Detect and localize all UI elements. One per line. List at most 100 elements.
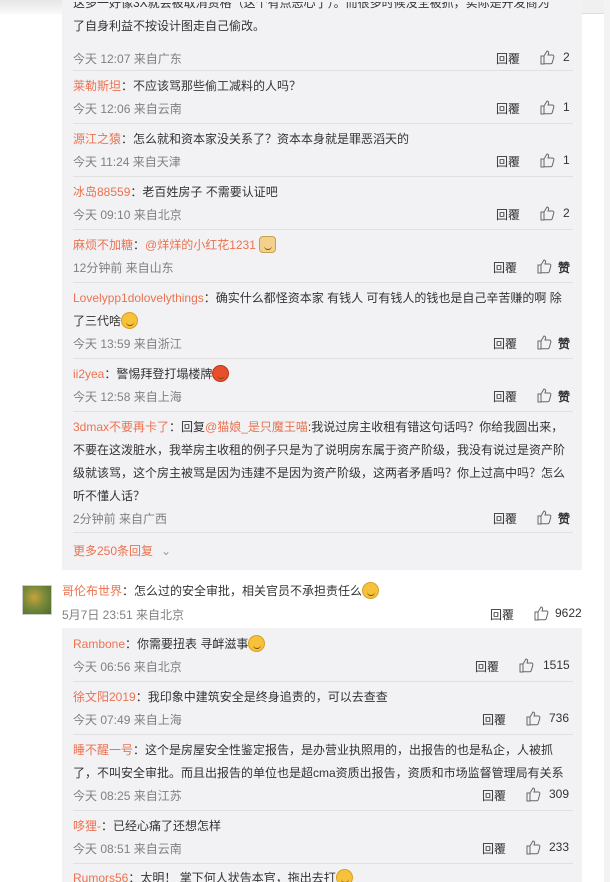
reply-username[interactable]: 徐文阳2019 (73, 690, 136, 704)
reply-text: 源江之猿：怎么就和资本家没关系了？资本本身就是罪恶滔天的 (73, 128, 573, 151)
thumbs-up-icon[interactable] (525, 710, 541, 726)
reply-meta: 今天 12:06 来自云南 回覆 1 (73, 98, 573, 118)
thumbs-up-icon[interactable] (518, 657, 534, 673)
reply-time: 今天 06:56 来自北京 (73, 660, 182, 674)
mention-link[interactable]: @烊烊的小红花1231 (145, 238, 256, 252)
reply-content: ：警惕拜登打塌楼牌 (104, 367, 213, 381)
reply-time: 12分钟前 来自山东 (73, 261, 174, 275)
reply-button[interactable]: 回覆 (496, 153, 520, 170)
reply-button[interactable]: 回覆 (493, 510, 517, 527)
comment-meta: 5月7日 23:51 来自北京 回覆 9622 (62, 604, 592, 624)
thumbs-up-icon[interactable] (525, 839, 541, 855)
reply-time: 今天 12:07 来自广东 (73, 52, 182, 66)
reply-meta: 今天 09:10 来自北京 回覆 2 (73, 204, 573, 224)
like-label: 赞 (558, 512, 571, 526)
reply-meta: 12分钟前 来自山东 回覆 赞 (73, 257, 573, 277)
like-count: 1 (563, 153, 570, 167)
reply-username[interactable]: Rambone (73, 637, 125, 651)
reply-content: ：已经心痛了还想怎样 (101, 819, 222, 833)
reply-item: 这多一好像3X就会被取消资格（这个有点恶心了）。而很多时候没全被抓，实际是开发商… (73, 2, 573, 68)
reply-button[interactable]: 回覆 (482, 840, 506, 857)
thumbs-up-icon[interactable] (536, 258, 552, 274)
like-label: 赞 (558, 261, 571, 275)
thumbs-up-icon[interactable] (536, 334, 552, 350)
reply-username[interactable]: 睡不醒一号 (73, 743, 133, 757)
divider (73, 532, 573, 533)
divider (73, 863, 573, 864)
more-replies-link[interactable]: 更多250条回复 ⌄ (73, 542, 171, 559)
reply-text: Rambone：你需要扭表 寻衅滋事 (73, 633, 573, 656)
thumbs-up-icon[interactable] (539, 152, 555, 168)
reply-item: 冰岛88559：老百姓房子 不需要认证吧 今天 09:10 来自北京 回覆 2 (73, 181, 573, 224)
reply-username[interactable]: 麻烦不加糖 (73, 238, 133, 252)
reply-username[interactable]: 3dmax不要再卡了 (73, 420, 169, 434)
scrollbar[interactable] (604, 0, 610, 882)
reply-time: 今天 11:24 来自天津 (73, 155, 181, 169)
avatar[interactable] (22, 585, 52, 615)
reply-text: 睡不醒一号：这个是房屋安全性鉴定报告，是办营业执照用的，出报告的也是私企，人被抓… (73, 739, 573, 785)
reply-time: 今天 08:51 来自云南 (73, 842, 182, 856)
reply-button[interactable]: 回覆 (496, 206, 520, 223)
reply-button[interactable]: 回覆 (493, 259, 517, 276)
reply-text: 莱勒斯坦：不应该骂那些偷工减料的人吗？ (73, 75, 573, 98)
reply-button[interactable]: 回覆 (493, 335, 517, 352)
reply-text-line: 级就该骂，这个房主被骂是因为违建不是因为资产阶级，这两者矛盾吗？你上过高中吗？怎… (73, 466, 566, 480)
dizzy-emoji-icon (335, 869, 353, 882)
dog-emoji-icon (259, 236, 277, 253)
divider (73, 229, 573, 230)
reply-time: 2分钟前 来自广西 (73, 512, 168, 526)
like-count: 736 (549, 711, 570, 725)
reply-username[interactable]: 莱勒斯坦 (73, 79, 121, 93)
reply-button[interactable]: 回覆 (475, 658, 499, 675)
like-count: 1515 (543, 658, 570, 672)
reply-button[interactable]: 回覆 (482, 787, 506, 804)
reply-time: 今天 09:10 来自北京 (73, 208, 182, 222)
reply-username[interactable]: Lovelypp1dolovelythings (73, 291, 204, 305)
reply-button[interactable]: 回覆 (482, 711, 506, 728)
reply-content: ：老百姓房子 不需要认证吧 (130, 185, 278, 199)
thumbs-up-icon[interactable] (533, 605, 549, 621)
thumbs-up-icon[interactable] (536, 387, 552, 403)
reply-time: 今天 12:06 来自云南 (73, 102, 182, 116)
reply-username[interactable]: 源江之猿 (73, 132, 121, 146)
reply-item: 哆狸-：已经心痛了还想怎样 今天 08:51 来自云南 回覆 233 (73, 815, 573, 858)
thumbs-up-icon[interactable] (539, 49, 555, 65)
reply-button[interactable]: 回覆 (493, 388, 517, 405)
reply-username[interactable]: Rumors56 (73, 871, 128, 882)
divider (73, 123, 573, 124)
divider (73, 70, 573, 71)
thumbs-up-icon[interactable] (539, 99, 555, 115)
divider (73, 810, 573, 811)
reply-item: Rumors56：太明！ 掌下何人状告本官，拖出去打 (73, 867, 573, 882)
reply-button[interactable]: 回覆 (490, 606, 514, 623)
reply-content: ：不应该骂那些偷工减料的人吗？ (121, 79, 302, 93)
thumbs-up-icon[interactable] (539, 205, 555, 221)
reply-meta: 今天 11:24 来自天津 回覆 1 (73, 151, 573, 171)
reply-username[interactable]: 哆狸- (73, 819, 101, 833)
divider (73, 176, 573, 177)
reply-username[interactable]: ii2yea (73, 367, 104, 381)
thumbs-up-icon[interactable] (536, 509, 552, 525)
like-count: 309 (549, 787, 570, 801)
comment-username[interactable]: 哥伦布世界 (62, 584, 122, 598)
reply-button[interactable]: 回覆 (496, 50, 520, 67)
main-comment: 哥伦布世界：怎么过的安全审批，相关官员不承担责任么 5月7日 23:51 来自北… (62, 580, 592, 624)
reply-username[interactable]: 冰岛88559 (73, 185, 130, 199)
reply-item: Lovelypp1dolovelythings：确实什么都怪资本家 有钱人 可有… (73, 287, 573, 353)
reply-item: 莱勒斯坦：不应该骂那些偷工减料的人吗？ 今天 12:06 来自云南 回覆 1 (73, 75, 573, 118)
like-count: 9622 (555, 606, 582, 620)
reply-text-line: 了三代啥 (73, 314, 122, 328)
more-replies-label: 更多250条回复 (73, 544, 154, 558)
reply-text: 徐文阳2019：我印象中建筑安全是终身追责的，可以去查查 (73, 686, 573, 709)
reply-text: 3dmax不要再卡了：回复@猫娘_是只魔王喵:我说过房主收租有错这句话吗？你给我… (73, 416, 573, 508)
reply-time: 今天 07:49 来自上海 (73, 713, 182, 727)
mention-link[interactable]: @猫娘_是只魔王喵 (205, 420, 308, 434)
reply-item: 3dmax不要再卡了：回复@猫娘_是只魔王喵:我说过房主收租有错这句话吗？你给我… (73, 416, 573, 528)
reply-button[interactable]: 回覆 (496, 100, 520, 117)
like-count: 2 (563, 50, 570, 64)
divider (73, 681, 573, 682)
thumbs-up-icon[interactable] (525, 786, 541, 802)
reply-text-line: 不要在这泼脏水，我举房主收租的例子只是为了说明房东属于资产阶级，我没有说过是资产… (73, 443, 566, 457)
comment-time: 5月7日 23:51 来自北京 (62, 608, 185, 622)
like-count: 2 (563, 206, 570, 220)
